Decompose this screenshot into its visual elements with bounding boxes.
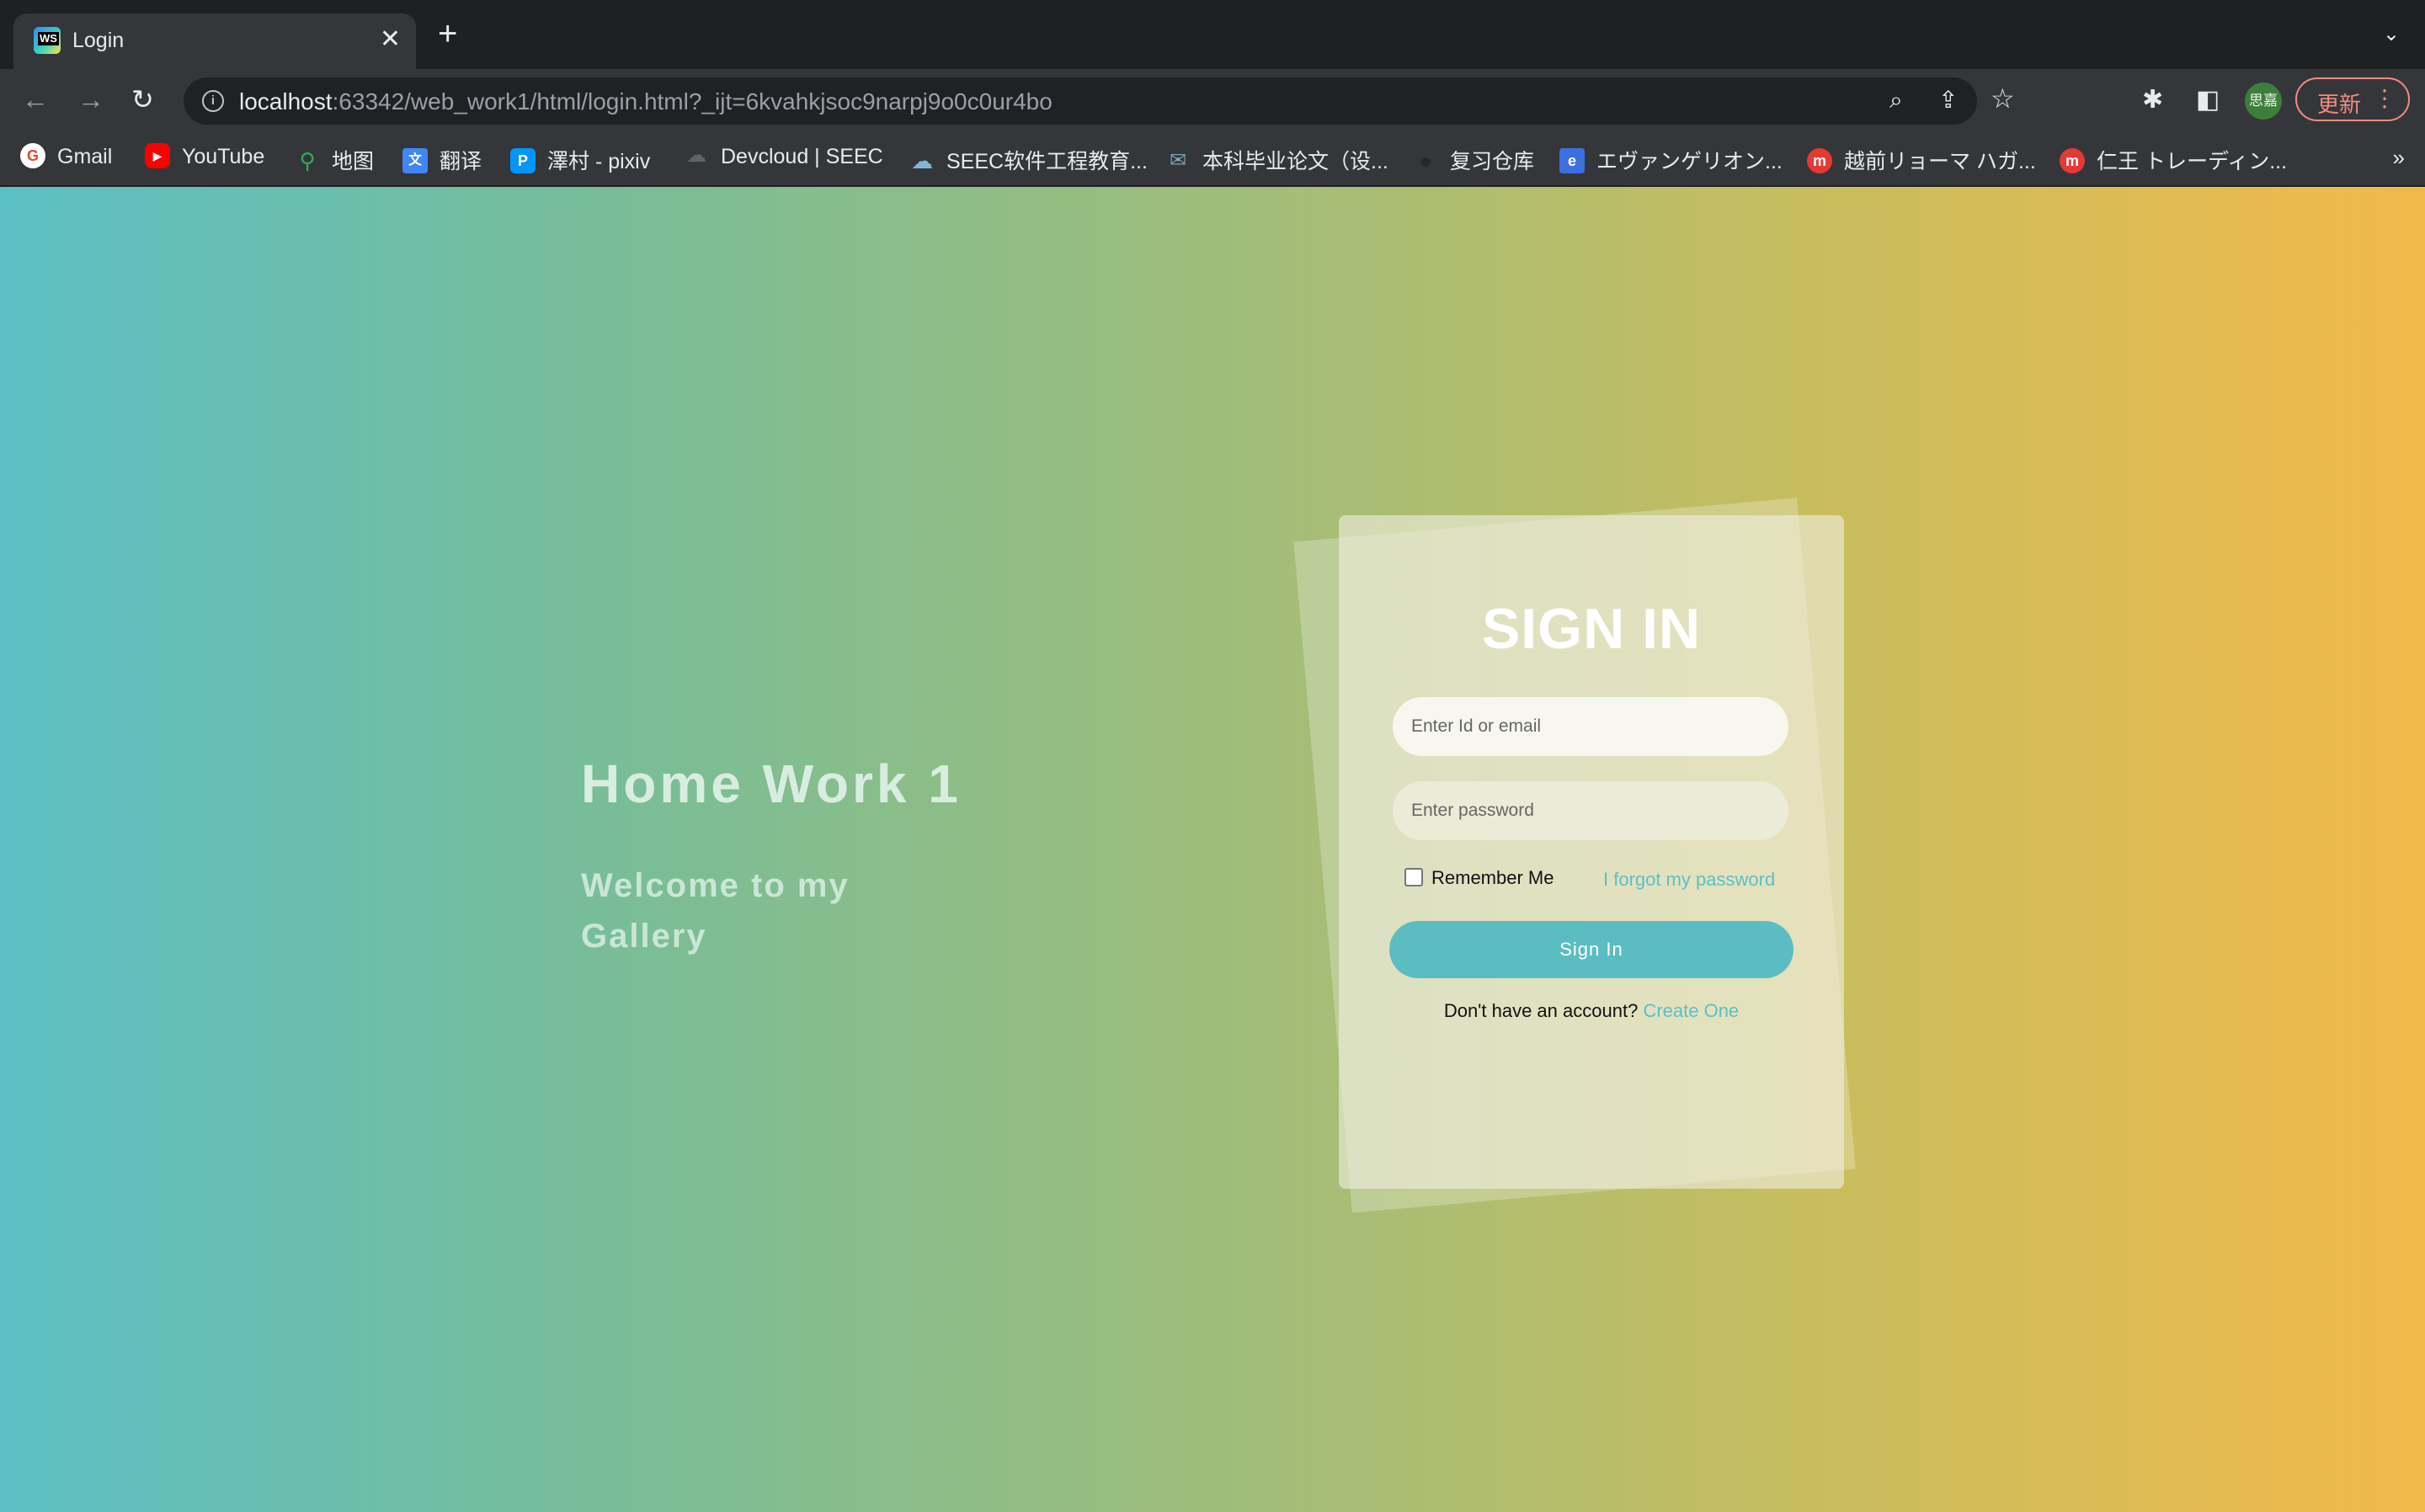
- more-bookmarks-icon[interactable]: »: [2393, 145, 2405, 171]
- reload-button[interactable]: ↻: [131, 83, 154, 116]
- bookmark-label: エヴァンゲリオン...: [1596, 150, 1783, 173]
- bookmark-seec[interactable]: ☁ SEEC软件工程教育...: [909, 145, 1148, 175]
- bookmark-gmail[interactable]: G Gmail: [20, 143, 113, 170]
- back-button[interactable]: ←: [22, 83, 49, 116]
- thesis-icon: ✉: [1169, 149, 1187, 173]
- remember-me-row[interactable]: Remember Me: [1404, 867, 1554, 889]
- translate-icon: 文: [402, 148, 428, 174]
- remember-me-label: Remember Me: [1431, 867, 1554, 888]
- login-card: SIGN IN Remember Me I forgot my password…: [1339, 515, 1844, 1189]
- bookmark-nioh[interactable]: m 仁王 トレーディン...: [2060, 145, 2287, 175]
- site-info-icon[interactable]: i: [202, 90, 224, 112]
- zoom-icon[interactable]: ⌕: [1889, 86, 1903, 114]
- side-panel-icon[interactable]: ◧: [2196, 86, 2220, 114]
- bookmark-label: YouTube: [182, 145, 265, 168]
- url-text[interactable]: localhost:63342/web_work1/html/login.htm…: [239, 88, 1053, 115]
- pixiv-icon: P: [510, 148, 536, 174]
- cloud-icon: ☁: [911, 148, 933, 174]
- bookmark-label: Devcloud | SEEC: [721, 145, 883, 168]
- sign-in-heading: SIGN IN: [1481, 597, 1702, 661]
- register-prompt: Don't have an account?: [1443, 1000, 1639, 1021]
- webstorm-favicon-icon: [34, 27, 61, 54]
- bookmark-label: 地图: [332, 150, 375, 173]
- bookmark-youtube[interactable]: ▶ YouTube: [145, 143, 265, 170]
- bookmark-label: 澤村 - pixiv: [547, 150, 651, 173]
- update-button[interactable]: 更新 ⋮: [2295, 77, 2410, 121]
- tab-strip: Login ✕ + ⌄: [0, 0, 2425, 69]
- bookmark-echizen[interactable]: m 越前リョーマ ハガ...: [1807, 145, 2036, 175]
- cloud-icon: ☁: [686, 144, 706, 168]
- browser-toolbar: ← → ↻ i localhost:63342/web_work1/html/l…: [0, 69, 2425, 131]
- maps-icon: ⚲: [299, 148, 316, 174]
- bookmark-label: 复习仓库: [1450, 150, 1535, 173]
- github-icon: ●: [1419, 148, 1432, 174]
- sign-in-button[interactable]: Sign In: [1389, 921, 1793, 978]
- address-bar[interactable]: i localhost:63342/web_work1/html/login.h…: [184, 77, 2015, 125]
- hero-title: Home Work 1: [581, 753, 962, 814]
- bookmark-star-icon[interactable]: ☆: [1991, 84, 2015, 113]
- url-host: localhost: [239, 88, 333, 114]
- id-email-input[interactable]: [1393, 697, 1788, 756]
- bookmark-label: 本科毕业论文（设...: [1202, 150, 1388, 173]
- bookmark-devcloud[interactable]: ☁ Devcloud | SEEC: [684, 144, 883, 170]
- tab-title: Login: [72, 29, 125, 52]
- bookmark-label: SEEC软件工程教育...: [946, 150, 1148, 173]
- bookmark-pixiv[interactable]: P 澤村 - pixiv: [510, 145, 650, 175]
- bookmark-maps[interactable]: ⚲ 地图: [295, 145, 374, 175]
- new-tab-button[interactable]: +: [438, 17, 457, 51]
- bookmark-label: 越前リョーマ ハガ...: [1844, 150, 2036, 173]
- share-icon[interactable]: ⇪: [1938, 86, 1958, 114]
- remember-me-checkbox[interactable]: [1404, 868, 1423, 887]
- create-account-link[interactable]: Create One: [1643, 1000, 1739, 1021]
- bookmark-icon: e: [1559, 148, 1585, 174]
- tab-search-chevron-icon[interactable]: ⌄: [2383, 22, 2400, 46]
- login-page: Home Work 1 Welcome to my Gallery SIGN I…: [0, 187, 2425, 1512]
- extensions-puzzle-icon[interactable]: ✱: [2142, 86, 2163, 114]
- bookmark-github[interactable]: ● 复习仓库: [1413, 145, 1534, 175]
- bookmark-label: 翻译: [440, 150, 482, 173]
- menu-dots-icon[interactable]: ⋮: [2373, 86, 2396, 111]
- youtube-icon: ▶: [145, 143, 170, 169]
- hero-subtitle: Welcome to my Gallery: [581, 867, 850, 955]
- bookmark-label: Gmail: [57, 145, 113, 168]
- url-path: :63342/web_work1/html/login.html?_ijt=6k…: [332, 88, 1053, 114]
- close-tab-icon[interactable]: ✕: [380, 25, 401, 54]
- update-label: 更新: [2317, 92, 2362, 117]
- password-input[interactable]: [1393, 781, 1788, 840]
- browser-tab[interactable]: Login ✕: [13, 13, 416, 69]
- shop-icon: m: [2060, 148, 2085, 174]
- bookmarks-bar: G Gmail ▶ YouTube ⚲ 地图 文翻译 P 澤村 - pixiv ☁ Dev…: [0, 131, 2425, 187]
- bookmark-evangelion[interactable]: e エヴァンゲリオン...: [1559, 145, 1783, 175]
- shop-icon: m: [1807, 148, 1832, 174]
- forgot-password-link[interactable]: I forgot my password: [1603, 869, 1775, 891]
- bookmark-translate[interactable]: 文翻译: [402, 145, 482, 175]
- bookmark-thesis[interactable]: ✉ 本科毕业论文（设...: [1165, 145, 1388, 175]
- forward-button[interactable]: →: [77, 83, 104, 116]
- google-icon: G: [20, 143, 45, 169]
- profile-avatar[interactable]: 思嘉: [2245, 83, 2282, 120]
- bookmark-label: 仁王 トレーディン...: [2097, 150, 2288, 173]
- register-row: Don't have an account? Create One: [1339, 1000, 1844, 1022]
